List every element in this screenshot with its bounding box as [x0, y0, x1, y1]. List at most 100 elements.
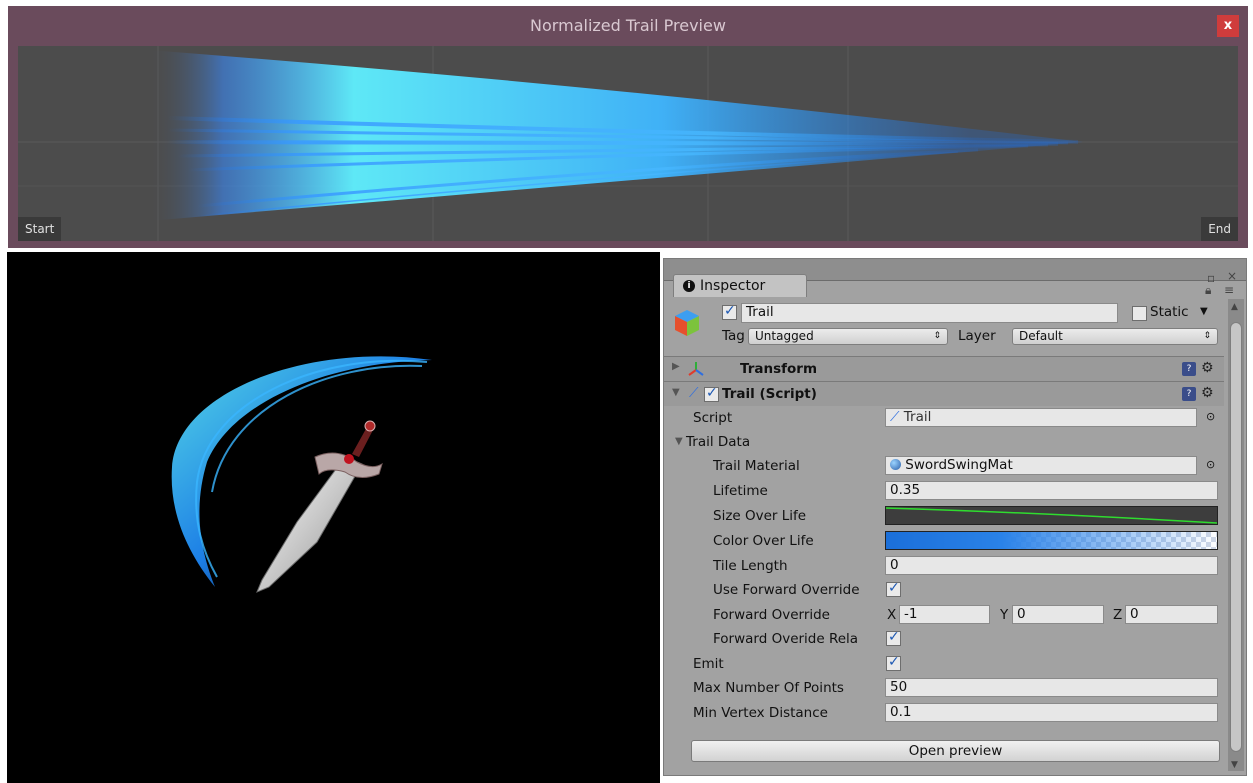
forward-y-field[interactable]: 0 [1012, 605, 1104, 624]
close-button[interactable]: x [1217, 15, 1239, 37]
gear-icon[interactable]: ⚙ [1201, 361, 1215, 375]
trail-material-field[interactable]: SwordSwingMat [885, 456, 1197, 475]
inspector-scrollbar[interactable]: ▲ ▼ [1228, 299, 1244, 771]
static-checkbox[interactable] [1132, 306, 1147, 321]
tag-label: Tag [722, 328, 745, 344]
script-field[interactable]: ⟋ Trail [885, 408, 1197, 427]
object-header: Trail Static ▼ Tag Untagged ⇕ Layer Defa… [664, 301, 1224, 347]
updown-icon: ⇕ [1203, 331, 1211, 341]
layer-value: Default [1019, 329, 1063, 343]
trail-material-label: Trail Material [713, 458, 800, 474]
open-preview-button[interactable]: Open preview [691, 740, 1220, 762]
forward-x-field[interactable]: -1 [899, 605, 990, 624]
start-label: Start [18, 217, 62, 241]
min-vertex-label: Min Vertex Distance [693, 705, 828, 721]
forward-z-field[interactable]: 0 [1125, 605, 1218, 624]
z-axis-label: Z [1113, 607, 1123, 623]
size-over-life-curve[interactable] [885, 506, 1218, 525]
forward-override-relative-label: Forward Overide Rela [713, 631, 859, 647]
script-row: Script ⟋ Trail ⊙ [664, 406, 1224, 430]
help-icon[interactable]: ? [1182, 387, 1196, 401]
trail-material-row: Trail Material SwordSwingMat ⊙ [664, 454, 1224, 478]
trail-preview-canvas: Start End [18, 46, 1238, 241]
color-over-life-gradient[interactable] [885, 531, 1218, 550]
forward-override-label: Forward Override [713, 607, 830, 623]
max-points-field[interactable]: 50 [885, 678, 1218, 697]
size-over-life-row: Size Over Life [664, 504, 1224, 528]
script-icon: ⟋ [689, 385, 699, 401]
transform-title: Transform [740, 361, 818, 377]
scroll-thumb[interactable] [1230, 322, 1242, 752]
info-icon: i [683, 280, 695, 292]
tag-value: Untagged [755, 329, 814, 343]
sword-trail-scene [171, 356, 432, 593]
min-vertex-row: Min Vertex Distance 0.1 [664, 701, 1224, 725]
end-label: End [1201, 217, 1238, 241]
collapse-arrow-icon[interactable]: ▼ [672, 387, 680, 398]
object-picker-icon[interactable]: ⊙ [1206, 410, 1215, 423]
object-picker-icon[interactable]: ⊙ [1206, 458, 1215, 471]
color-over-life-label: Color Over Life [713, 533, 814, 549]
script-icon: ⟋ [890, 409, 900, 425]
preview-title: Normalized Trail Preview [530, 16, 726, 35]
script-label: Script [693, 410, 733, 426]
inspector-tab-label: Inspector [700, 278, 766, 294]
transform-component-header[interactable]: ▶ Transform ? ⚙ [664, 356, 1224, 381]
static-dropdown-arrow-icon[interactable]: ▼ [1200, 306, 1208, 317]
gameobject-cube-icon [675, 310, 699, 336]
object-name-field[interactable]: Trail [741, 303, 1118, 323]
scroll-up-icon[interactable]: ▲ [1231, 301, 1238, 313]
size-curve-graphic [885, 507, 1218, 524]
close-icon[interactable]: × [1227, 270, 1237, 282]
material-icon [890, 459, 901, 470]
tag-dropdown[interactable]: Untagged ⇕ [748, 328, 948, 345]
help-icon[interactable]: ? [1182, 362, 1196, 376]
expand-arrow-icon[interactable]: ▶ [672, 361, 680, 372]
updown-icon: ⇕ [933, 331, 941, 341]
emit-row: Emit [664, 652, 1224, 676]
trail-data-foldout[interactable]: ▼ Trail Data [664, 430, 1224, 454]
menu-icon[interactable]: ≡ [1224, 284, 1234, 296]
trail-title: Trail (Script) [722, 386, 817, 402]
lifetime-field[interactable]: 0.35 [885, 481, 1218, 500]
min-vertex-field[interactable]: 0.1 [885, 703, 1218, 722]
use-forward-override-row: Use Forward Override [664, 578, 1224, 602]
emit-checkbox[interactable] [886, 654, 901, 671]
transform-icon [688, 362, 704, 376]
forward-override-row: Forward Override X -1 Y 0 Z 0 [664, 603, 1224, 627]
inspector-panel: i Inspector ▫ × 🔒︎ ≡ Trail Static ▼ Tag … [663, 258, 1247, 776]
foldout-arrow-icon[interactable]: ▼ [675, 436, 683, 447]
trail-enabled-checkbox[interactable] [704, 385, 719, 402]
gear-icon[interactable]: ⚙ [1201, 386, 1215, 400]
forward-override-relative-row: Forward Overide Rela [664, 627, 1224, 651]
tile-length-row: Tile Length 0 [664, 554, 1224, 578]
lifetime-label: Lifetime [713, 483, 768, 499]
color-over-life-row: Color Over Life [664, 529, 1224, 553]
layer-dropdown[interactable]: Default ⇕ [1012, 328, 1218, 345]
trail-preview-window: Normalized Trail Preview x Start End [8, 6, 1248, 248]
layer-label: Layer [958, 328, 996, 344]
lifetime-row: Lifetime 0.35 [664, 479, 1224, 503]
script-value: Trail [903, 409, 932, 425]
use-forward-override-checkbox[interactable] [886, 580, 901, 597]
active-checkbox[interactable] [722, 303, 737, 320]
tile-length-label: Tile Length [713, 558, 788, 574]
y-axis-label: Y [1000, 607, 1009, 623]
lock-icon[interactable]: 🔒︎ [1205, 284, 1211, 296]
scene-view[interactable] [7, 252, 660, 783]
trail-component-header[interactable]: ▼ ⟋ Trail (Script) ? ⚙ [664, 381, 1224, 406]
tile-length-field[interactable]: 0 [885, 556, 1218, 575]
size-over-life-label: Size Over Life [713, 508, 807, 524]
use-forward-override-label: Use Forward Override [713, 582, 860, 598]
trail-data-label: Trail Data [686, 434, 751, 450]
trail-material-value: SwordSwingMat [905, 457, 1013, 473]
tab-inspector[interactable]: i Inspector [673, 274, 807, 297]
forward-override-relative-checkbox[interactable] [886, 629, 901, 646]
trail-preview-graphic [18, 46, 1238, 241]
x-axis-label: X [887, 607, 897, 623]
emit-label: Emit [693, 656, 724, 672]
max-points-label: Max Number Of Points [693, 680, 844, 696]
scroll-down-icon[interactable]: ▼ [1231, 759, 1238, 771]
static-label: Static [1150, 304, 1189, 320]
max-points-row: Max Number Of Points 50 [664, 676, 1224, 700]
